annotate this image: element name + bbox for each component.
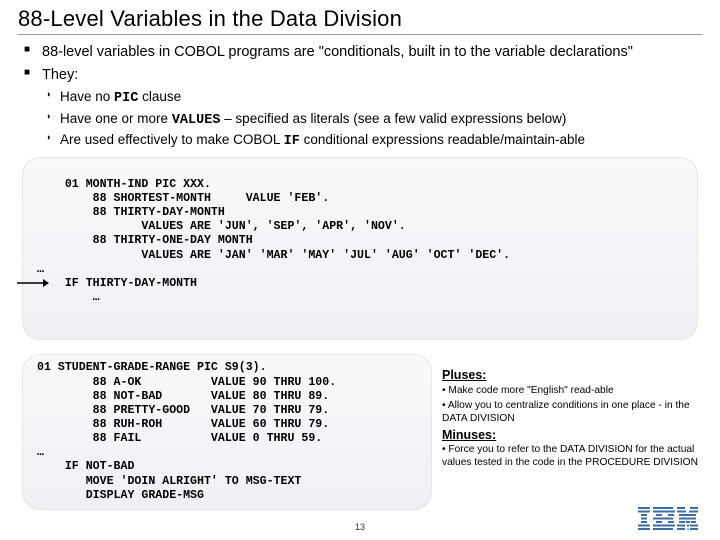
plus-item: • Make code more "English" read-able bbox=[442, 385, 702, 397]
sub-bullet-item: Are used effectively to make COBOL IF co… bbox=[46, 131, 702, 151]
code-text: 01 MONTH-IND PIC XXX. 88 SHORTEST-MONTH … bbox=[37, 178, 510, 304]
text: clause bbox=[138, 89, 181, 104]
sub-bullet-list: Have no PIC clause Have one or more VALU… bbox=[46, 88, 702, 151]
sub-bullet-item: Have no PIC clause bbox=[46, 88, 702, 108]
page-number: 13 bbox=[0, 522, 720, 532]
code-keyword: PIC bbox=[114, 91, 138, 106]
text: Are used effectively to make COBOL bbox=[60, 132, 284, 147]
text: Have no bbox=[60, 89, 114, 104]
bullet-list: 88-level variables in COBOL programs are… bbox=[24, 43, 702, 84]
row-code-and-notes: 01 STUDENT-GRADE-RANGE PIC S9(3). 88 A-O… bbox=[18, 348, 702, 509]
minus-item: • Force you to refer to the DATA DIVISIO… bbox=[442, 444, 702, 469]
code-block-grade: 01 STUDENT-GRADE-RANGE PIC S9(3). 88 A-O… bbox=[22, 354, 432, 509]
text: conditional expressions readable/maintai… bbox=[300, 132, 585, 147]
plus-item: • Allow you to centralize conditions in … bbox=[442, 400, 702, 425]
text: Have one or more bbox=[60, 111, 172, 126]
bullet-item: 88-level variables in COBOL programs are… bbox=[24, 43, 702, 62]
ibm-logo bbox=[638, 506, 698, 530]
title-divider bbox=[18, 34, 702, 35]
slide: 88-Level Variables in the Data Division … bbox=[0, 0, 720, 540]
pros-cons: Pluses: • Make code more "English" read-… bbox=[442, 348, 702, 509]
code-keyword: VALUES bbox=[172, 113, 221, 128]
minuses-header: Minuses: bbox=[442, 428, 702, 443]
sub-bullet-item: Have one or more VALUES – specified as l… bbox=[46, 110, 702, 130]
code-keyword: IF bbox=[284, 134, 300, 149]
text: – specified as literals (see a few valid… bbox=[220, 111, 566, 126]
pluses-header: Pluses: bbox=[442, 368, 702, 383]
code-block-month: 01 MONTH-IND PIC XXX. 88 SHORTEST-MONTH … bbox=[22, 157, 698, 341]
bullet-item: They: bbox=[24, 66, 702, 85]
slide-title: 88-Level Variables in the Data Division bbox=[18, 6, 702, 32]
